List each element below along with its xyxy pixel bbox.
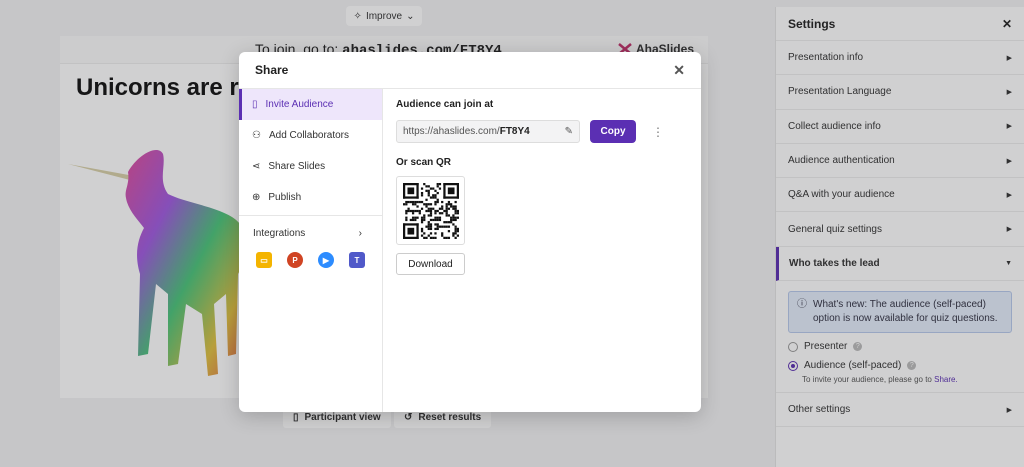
nav-publish[interactable]: ⊕ Publish <box>239 182 382 213</box>
share-sidebar: ▯ Invite Audience ⚇ Add Collaborators ⋖ … <box>239 89 383 412</box>
close-icon[interactable]: ✕ <box>673 62 685 79</box>
more-options-icon[interactable]: ⋮ <box>652 125 664 139</box>
invite-panel: Audience can join at https://ahaslides.c… <box>396 99 686 275</box>
qr-code <box>396 176 465 245</box>
download-button[interactable]: Download <box>396 253 465 275</box>
teams-icon[interactable]: T <box>349 252 365 268</box>
zoom-icon[interactable]: ▶ <box>318 252 334 268</box>
modal-header: Share ✕ <box>239 52 701 89</box>
share-modal: Share ✕ ▯ Invite Audience ⚇ Add Collabor… <box>239 52 701 412</box>
powerpoint-icon[interactable]: P <box>287 252 303 268</box>
integration-icons: ▭ P ▶ T <box>239 252 382 268</box>
integrations-toggle[interactable]: Integrations › <box>239 216 382 250</box>
google-slides-icon[interactable]: ▭ <box>256 252 272 268</box>
join-url-text: https://ahaslides.com/FT8Y4 <box>403 126 530 137</box>
url-row: https://ahaslides.com/FT8Y4 ✎ Copy ⋮ <box>396 120 686 143</box>
users-icon: ⚇ <box>252 130 261 141</box>
phone-icon: ▯ <box>252 99 258 110</box>
copy-button[interactable]: Copy <box>590 120 636 143</box>
share-icon: ⋖ <box>252 161 261 172</box>
qr-label: Or scan QR <box>396 157 452 168</box>
globe-icon: ⊕ <box>252 192 261 203</box>
join-label: Audience can join at <box>396 99 494 110</box>
qr-code-image <box>403 183 459 239</box>
nav-invite-audience[interactable]: ▯ Invite Audience <box>239 89 382 120</box>
nav-add-collaborators[interactable]: ⚇ Add Collaborators <box>239 120 382 151</box>
nav-share-slides[interactable]: ⋖ Share Slides <box>239 151 382 182</box>
modal-title: Share <box>255 63 289 77</box>
chevron-right-icon: › <box>358 227 362 239</box>
pencil-icon[interactable]: ✎ <box>565 126 573 137</box>
join-url-field[interactable]: https://ahaslides.com/FT8Y4 ✎ <box>396 120 580 143</box>
